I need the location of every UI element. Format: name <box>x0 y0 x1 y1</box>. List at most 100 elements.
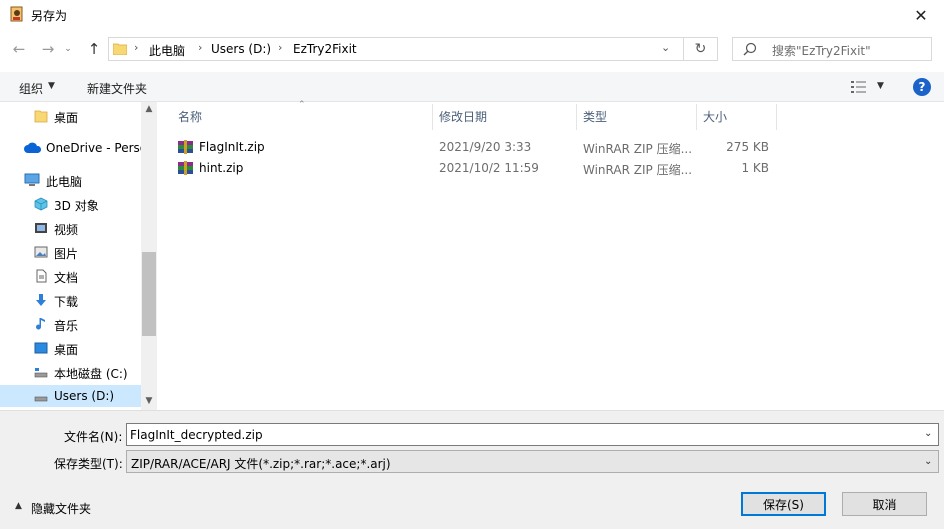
back-arrow-icon[interactable]: ← <box>8 38 30 60</box>
search-placeholder: 搜索"EzTry2Fixit" <box>772 44 871 58</box>
column-header-name[interactable]: 名称 <box>178 108 202 125</box>
sidebar-item-label: OneDrive - Perso <box>46 141 141 155</box>
filename-input[interactable] <box>126 423 939 446</box>
pc-icon <box>24 173 40 186</box>
sidebar-item-label: 桌面 <box>54 343 79 357</box>
sidebar-item-pictures[interactable]: 图片 <box>0 241 141 263</box>
organize-button[interactable]: 组织 <box>19 80 43 97</box>
column-divider[interactable] <box>432 104 433 130</box>
sidebar-item-label: 音乐 <box>54 319 79 333</box>
hide-folders-toggle[interactable]: 隐藏文件夹 <box>31 500 91 517</box>
file-name: hint.zip <box>199 161 244 175</box>
breadcrumb-users-drive[interactable]: Users (D:) <box>211 42 271 56</box>
sidebar-item-desktop-quick[interactable]: 桌面 <box>0 105 141 127</box>
caret-down-icon[interactable]: ▼ <box>877 81 884 91</box>
new-folder-button[interactable]: 新建文件夹 <box>87 80 147 97</box>
column-divider[interactable] <box>576 104 577 130</box>
save-button[interactable]: 保存(S) <box>741 492 826 516</box>
cloud-icon <box>24 142 42 153</box>
refresh-icon[interactable]: ↻ <box>684 37 718 61</box>
cancel-button[interactable]: 取消 <box>842 492 927 516</box>
filetype-label: 保存类型(T): <box>54 457 123 471</box>
sidebar-item-label: 桌面 <box>54 111 79 125</box>
sidebar-item-music[interactable]: 音乐 <box>0 313 141 335</box>
window-title: 另存为 <box>31 9 68 23</box>
breadcrumb-this-pc[interactable]: 此电脑 <box>149 42 185 59</box>
filetype-select[interactable]: ZIP/RAR/ACE/ARJ 文件(*.zip;*.rar;*.ace;*.a… <box>126 450 939 473</box>
sidebar-item-label: 本地磁盘 (C:) <box>54 367 128 381</box>
chevron-right-icon[interactable]: › <box>198 41 202 54</box>
sidebar-item-3d-objects[interactable]: 3D 对象 <box>0 193 141 215</box>
file-date: 2021/10/2 11:59 <box>439 161 539 175</box>
sidebar-item-label: 此电脑 <box>46 175 83 189</box>
sidebar-item-label: 图片 <box>54 247 79 261</box>
app-icon <box>10 6 23 22</box>
chevron-right-icon[interactable]: › <box>278 41 282 54</box>
file-type: WinRAR ZIP 压缩... <box>583 142 693 156</box>
drive-icon <box>34 368 48 378</box>
sidebar-item-this-pc[interactable]: 此电脑 <box>0 169 141 191</box>
column-divider[interactable] <box>696 104 697 130</box>
sidebar-item-local-disk-c[interactable]: 本地磁盘 (C:) <box>0 361 141 383</box>
desktop-icon <box>34 342 48 354</box>
file-type: WinRAR ZIP 压缩... <box>583 163 693 177</box>
chevron-down-icon[interactable]: ⌄ <box>661 41 670 54</box>
search-input[interactable]: 搜索"EzTry2Fixit" <box>732 37 932 61</box>
column-header-size[interactable]: 大小 <box>703 108 727 125</box>
winrar-archive-icon <box>178 161 193 175</box>
filename-label: 文件名(N): <box>64 430 123 444</box>
sidebar-item-documents[interactable]: 文档 <box>0 265 141 287</box>
winrar-archive-icon <box>178 140 193 154</box>
folder-icon <box>34 110 48 123</box>
scroll-down-icon[interactable]: ▼ <box>141 396 157 410</box>
document-icon <box>36 269 47 283</box>
sidebar-item-label: Users (D:) <box>54 389 115 403</box>
caret-down-icon[interactable]: ▼ <box>48 81 55 91</box>
file-name: FlagInIt.zip <box>199 140 265 154</box>
caret-up-icon[interactable]: ▲ <box>15 501 22 511</box>
video-icon <box>35 223 47 233</box>
sidebar-item-label: 视频 <box>54 223 79 237</box>
command-bar: 组织 ▼ 新建文件夹 ▼ <box>0 72 944 102</box>
close-icon[interactable]: ✕ <box>898 0 944 30</box>
up-arrow-icon[interactable]: ↑ <box>83 38 105 60</box>
sidebar-item-users-drive[interactable]: Users (D:) <box>0 385 141 407</box>
title-bar <box>0 0 944 30</box>
column-header-type[interactable]: 类型 <box>583 108 607 125</box>
picture-icon <box>34 246 48 258</box>
drive-icon <box>34 396 48 402</box>
recent-chevron-down-icon[interactable]: ⌄ <box>57 38 79 60</box>
folder-icon <box>113 43 127 55</box>
file-date: 2021/9/20 3:33 <box>439 140 532 154</box>
chevron-down-icon[interactable]: ⌄ <box>924 456 932 467</box>
scroll-up-icon[interactable]: ▲ <box>141 104 157 118</box>
music-icon <box>36 318 45 330</box>
address-bar[interactable]: › 此电脑 › Users (D:) › EzTry2Fixit ⌄ <box>108 37 684 61</box>
file-size: 275 KB <box>726 140 769 154</box>
cube-icon <box>34 197 48 211</box>
help-icon[interactable]: ? <box>913 78 931 96</box>
filetype-value: ZIP/RAR/ACE/ARJ 文件(*.zip;*.rar;*.ace;*.a… <box>131 457 391 471</box>
scrollbar-thumb[interactable] <box>142 252 156 336</box>
chevron-right-icon[interactable]: › <box>134 41 138 54</box>
sidebar-item-label: 3D 对象 <box>54 199 99 213</box>
table-row[interactable]: FlagInIt.zip 2021/9/20 3:33 WinRAR ZIP 压… <box>172 137 772 157</box>
view-options-icon[interactable] <box>851 80 869 94</box>
chevron-down-icon[interactable]: ⌄ <box>924 428 932 439</box>
sidebar-item-desktop[interactable]: 桌面 <box>0 337 141 359</box>
file-size: 1 KB <box>741 161 769 175</box>
sort-ascending-icon: ⌃ <box>298 100 306 110</box>
navigation-pane: 桌面 OneDrive - Perso 此电脑 3D 对象 视频 图片 文档 下… <box>0 102 157 410</box>
breadcrumb-current-folder[interactable]: EzTry2Fixit <box>293 42 357 56</box>
sidebar-item-label: 下载 <box>54 295 79 309</box>
download-icon <box>36 294 46 306</box>
column-header-date[interactable]: 修改日期 <box>439 108 487 125</box>
search-icon <box>743 42 757 56</box>
table-row[interactable]: hint.zip 2021/10/2 11:59 WinRAR ZIP 压缩..… <box>172 158 772 178</box>
sidebar-item-label: 文档 <box>54 271 79 285</box>
sidebar-item-downloads[interactable]: 下载 <box>0 289 141 311</box>
forward-arrow-icon[interactable]: → <box>37 38 59 60</box>
column-divider[interactable] <box>776 104 777 130</box>
sidebar-item-videos[interactable]: 视频 <box>0 217 141 239</box>
sidebar-item-onedrive[interactable]: OneDrive - Perso <box>0 137 141 159</box>
